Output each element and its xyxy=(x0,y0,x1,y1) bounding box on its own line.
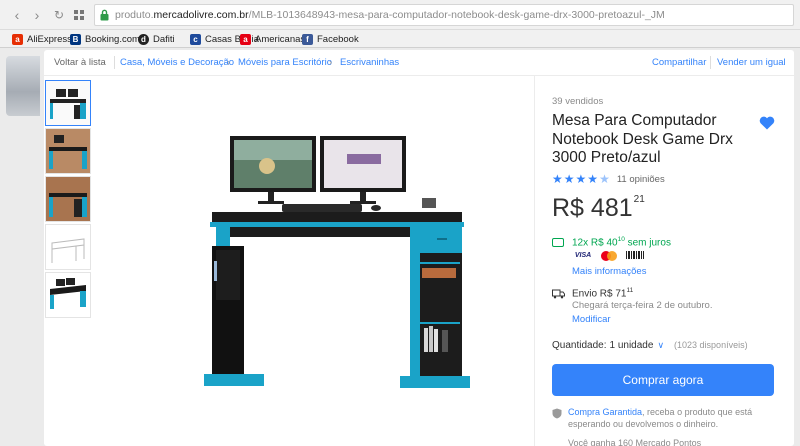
thumbnail[interactable] xyxy=(45,224,91,270)
thumbnail[interactable] xyxy=(45,272,91,318)
sold-count: 39 vendidos xyxy=(552,96,604,107)
lock-icon xyxy=(100,9,109,21)
quantity-selector[interactable]: Quantidade: 1 unidade ∨ (1023 disponíveis) xyxy=(552,340,748,351)
modify-shipping-link[interactable]: Modificar xyxy=(572,314,611,325)
product-title: Mesa Para Computador Notebook Desk Game … xyxy=(552,112,733,166)
bookmark-facebook[interactable]: f Facebook xyxy=(302,32,359,46)
forward-icon[interactable]: › xyxy=(28,6,46,24)
boleto-icon xyxy=(624,250,646,262)
gaming-desk-illustration xyxy=(204,136,470,388)
chevron-down-icon: ∨ xyxy=(657,340,665,350)
purchase-guarantee: Compra Garantida, receba o produto que e… xyxy=(568,407,753,429)
breadcrumb-separator: › xyxy=(227,57,231,68)
bookmark-dafiti[interactable]: d Dafiti xyxy=(138,32,175,46)
reviews-count[interactable]: 11 opiniões xyxy=(617,174,665,185)
bookmark-booking[interactable]: B Booking.com xyxy=(70,32,140,46)
desk-top xyxy=(212,212,462,222)
guarantee-link[interactable]: Compra Garantida xyxy=(568,407,642,417)
back-to-list-link[interactable]: Voltar à lista xyxy=(54,57,106,68)
bookmark-americanas[interactable]: a Americanas xyxy=(240,32,305,46)
bookmark-aliexpress[interactable]: a AliExpress xyxy=(12,32,72,46)
share-link[interactable]: Compartilhar xyxy=(652,57,706,68)
product-main-image[interactable] xyxy=(92,76,532,446)
breadcrumb-separator: › xyxy=(329,57,333,68)
breadcrumb-divider xyxy=(710,56,711,69)
buy-box: 39 vendidos Mesa Para Computador Noteboo… xyxy=(552,76,792,446)
thumbnail[interactable] xyxy=(45,80,91,126)
shipping-price: Envio R$ 7111 xyxy=(572,287,634,300)
thumbnail[interactable] xyxy=(45,128,91,174)
bookmarks-bar: a AliExpress B Booking.com d Dafiti c Casas … xyxy=(0,30,800,48)
star-icon: ★ xyxy=(587,172,599,186)
page-body: Voltar à lista Casa, Móveis e Decoração … xyxy=(0,48,800,446)
credit-card-icon xyxy=(552,238,564,247)
dafiti-icon: d xyxy=(138,33,149,45)
visa-icon: VISA xyxy=(574,252,592,259)
reload-icon[interactable]: ↻ xyxy=(50,6,68,24)
payment-methods: VISA xyxy=(572,250,646,262)
sell-similar-link[interactable]: Vender um igual xyxy=(717,57,786,68)
arrival-date: Chegará terça-feira 2 de outubro. xyxy=(572,300,713,311)
keyboard xyxy=(282,204,362,212)
casas-bahia-icon: c xyxy=(190,33,201,45)
side-banner-image xyxy=(6,56,40,116)
left-strip xyxy=(0,48,44,446)
americanas-icon: a xyxy=(240,33,251,45)
half-star-icon: ★ xyxy=(599,172,610,186)
aliexpress-icon: a xyxy=(12,33,23,45)
breadcrumb-item-casa[interactable]: Casa, Móveis e Decoração xyxy=(120,57,234,68)
star-icon: ★ xyxy=(563,172,575,186)
mercado-points: Você ganha 160 Mercado Pontos xyxy=(568,438,702,446)
star-icon: ★ xyxy=(552,172,563,186)
available-stock: (1023 disponíveis) xyxy=(674,340,748,350)
rating[interactable]: ★ ★ ★ ★ ★ 11 opiniões xyxy=(552,172,665,186)
booking-icon: B xyxy=(70,33,81,45)
url-text: produto.mercadolivre.com.br/MLB-10136489… xyxy=(115,9,665,21)
breadcrumb-divider xyxy=(114,56,115,69)
buy-now-button[interactable]: Comprar agora xyxy=(552,364,774,396)
installments: 12x R$ 4010 sem juros xyxy=(572,236,671,249)
truck-icon xyxy=(552,289,565,299)
breadcrumb: Voltar à lista Casa, Móveis e Decoração … xyxy=(44,50,794,76)
price: R$ 48121 xyxy=(552,194,645,222)
back-icon[interactable]: ‹ xyxy=(8,6,26,24)
thumbnail[interactable] xyxy=(45,176,91,222)
shield-icon xyxy=(552,408,562,419)
column-divider xyxy=(534,76,535,446)
apps-icon[interactable] xyxy=(70,6,88,24)
heart-icon[interactable] xyxy=(759,116,775,130)
mastercard-icon xyxy=(598,250,620,262)
address-bar[interactable]: produto.mercadolivre.com.br/MLB-10136489… xyxy=(94,4,794,26)
more-info-link[interactable]: Mais informações xyxy=(572,266,646,277)
facebook-icon: f xyxy=(302,33,313,45)
browser-toolbar: ‹ › ↻ produto.mercadolivre.com.br/MLB-10… xyxy=(0,0,800,30)
product-card: Voltar à lista Casa, Móveis e Decoração … xyxy=(44,50,794,446)
breadcrumb-item-escrivaninhas[interactable]: Escrivaninhas xyxy=(340,57,399,68)
star-icon: ★ xyxy=(575,172,587,186)
breadcrumb-item-moveis[interactable]: Móveis para Escritório xyxy=(238,57,332,68)
